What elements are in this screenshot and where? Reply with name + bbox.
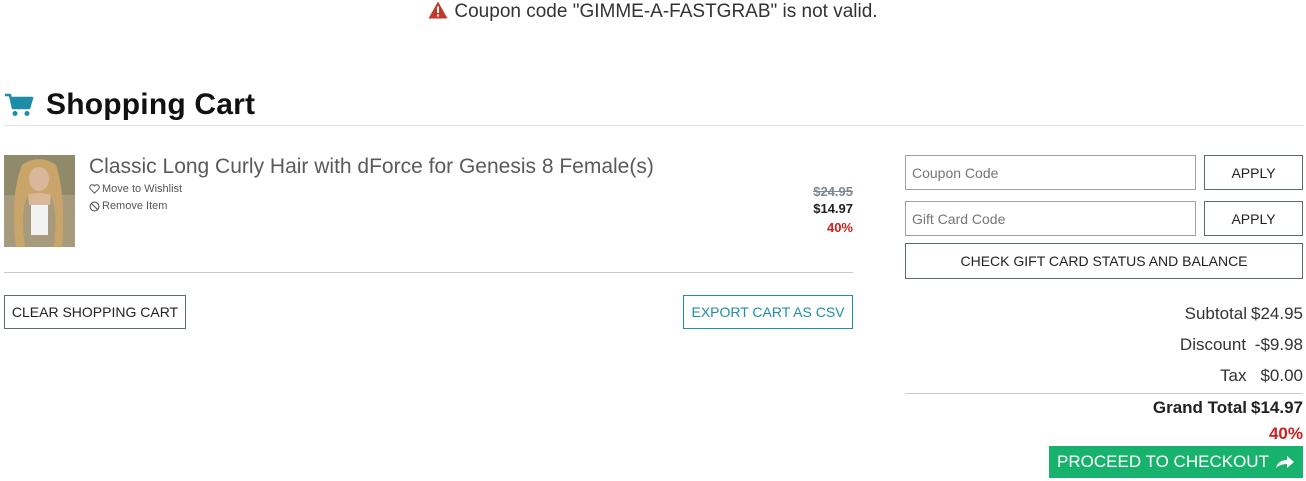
apply-gift-card-button[interactable]: APPLY [1204,201,1303,236]
remove-label: Remove Item [102,200,168,212]
coupon-error-alert: Coupon code "GIMME-A-FASTGRAB" is not va… [0,0,1306,26]
proceed-to-checkout-button[interactable]: PROCEED TO CHECKOUT [1049,446,1303,478]
grand-total-label: Grand Total [1152,398,1247,417]
discount-percent: 40% [826,220,853,235]
product-title[interactable]: Classic Long Curly Hair with dForce for … [89,155,654,179]
remove-item-link[interactable]: Remove Item [89,200,167,212]
ban-icon [89,201,100,211]
item-divider [4,272,853,273]
export-csv-button[interactable]: EXPORT CART AS CSV [683,295,853,329]
warning-icon [428,1,448,26]
product-thumbnail[interactable] [4,155,75,247]
tax-row: Tax $0.00 [1220,366,1303,386]
discount-value: -$9.98 [1254,335,1303,354]
move-to-wishlist-link[interactable]: Move to Wishlist [89,183,182,195]
page-title: Shopping Cart [46,88,256,121]
discount-row: Discount -$9.98 [1180,335,1303,355]
coupon-code-input[interactable] [905,155,1196,190]
sale-price: $14.97 [813,201,853,216]
subtotal-label: Subtotal [1184,304,1247,323]
check-gift-card-button[interactable]: CHECK GIFT CARD STATUS AND BALANCE [905,243,1303,279]
clear-cart-button[interactable]: CLEAR SHOPPING CART [4,295,186,329]
wishlist-label: Move to Wishlist [102,183,183,195]
original-price: $24.95 [813,184,853,199]
checkout-label: PROCEED TO CHECKOUT [1057,452,1269,471]
apply-coupon-button[interactable]: APPLY [1204,155,1303,190]
tax-label: Tax [1219,366,1247,385]
grand-total-value: $14.97 [1251,398,1303,417]
tax-value: $0.00 [1260,366,1303,385]
discount-label: Discount [1179,335,1247,354]
header-divider [4,125,1304,126]
summary-divider [905,393,1303,394]
gift-card-input[interactable] [905,201,1196,236]
grand-total-row: Grand Total $14.97 [1153,398,1303,418]
heart-icon [89,184,100,194]
subtotal-row: Subtotal $24.95 [1185,304,1303,324]
subtotal-value: $24.95 [1251,304,1303,323]
cart-icon [5,93,34,116]
share-arrow-icon [1275,456,1294,468]
alert-message: Coupon code "GIMME-A-FASTGRAB" is not va… [454,1,878,22]
cart-header: Shopping Cart [4,85,255,125]
total-discount-percent: 40% [1268,424,1303,443]
